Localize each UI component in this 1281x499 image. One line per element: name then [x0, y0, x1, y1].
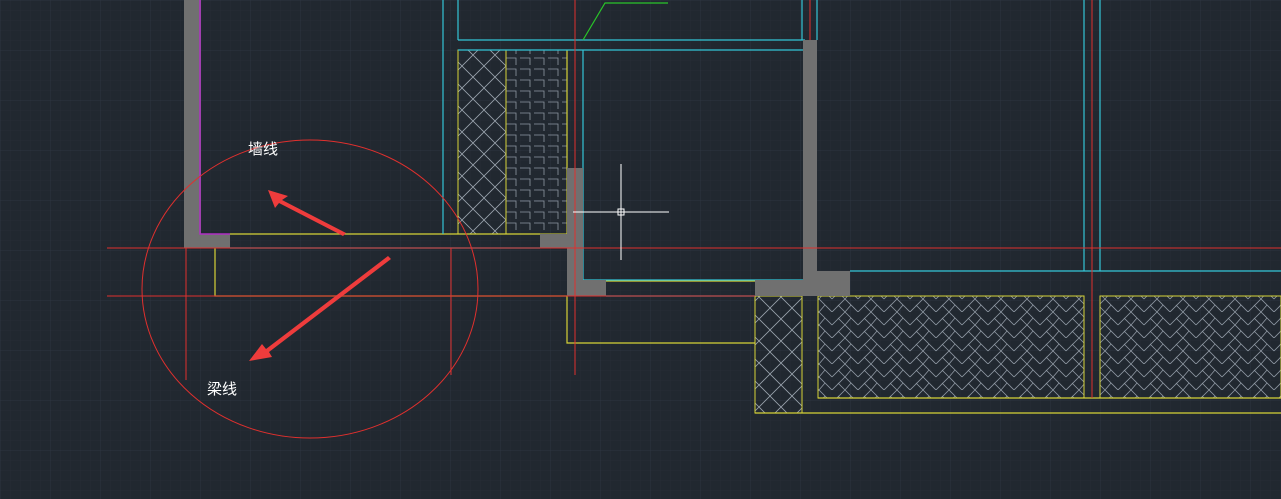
hatch-diamond-bottom: [754, 295, 803, 414]
hatch-diamond-left: [457, 49, 507, 235]
cad-drawing-canvas[interactable]: [0, 0, 1281, 499]
hatch-herringbone-1: [817, 295, 1085, 399]
hatch-brick-left: [505, 49, 568, 235]
hatch-herringbone-2: [1099, 295, 1281, 399]
beam-line-label: 梁线: [207, 380, 238, 398]
wall-line-label: 墙线: [248, 140, 279, 158]
